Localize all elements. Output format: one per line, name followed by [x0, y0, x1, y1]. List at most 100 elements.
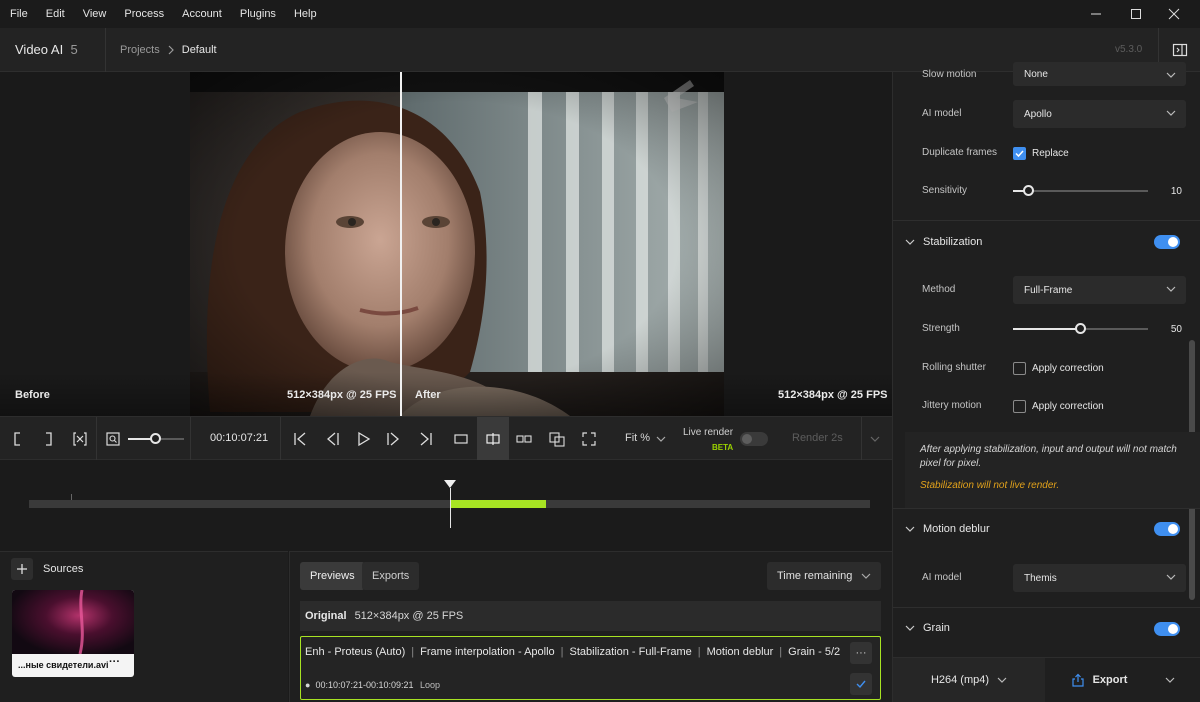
chevron-down-icon[interactable] [870, 435, 880, 443]
app-name: Video AI [15, 42, 64, 57]
menu-view[interactable]: View [74, 0, 116, 28]
go-to-start-button[interactable] [288, 417, 312, 461]
rolling-shutter-checkbox[interactable] [1013, 362, 1026, 375]
checkmark-icon [1015, 150, 1024, 158]
chevron-down-icon [905, 526, 915, 532]
grain-title: Grain [923, 622, 950, 634]
video-viewer[interactable] [0, 72, 892, 416]
close-icon [1168, 8, 1180, 20]
side-by-side-button[interactable] [512, 417, 536, 461]
source-file-name: ...ные свидетели.avi [18, 660, 109, 670]
sensitivity-slider-knob[interactable] [1023, 185, 1034, 196]
breadcrumb-projects[interactable]: Projects [120, 44, 160, 56]
loop-label[interactable]: Loop [420, 680, 440, 690]
chevron-down-icon [905, 625, 915, 631]
app-title: Video AI 5 [15, 42, 78, 57]
source-thumbnail [12, 590, 134, 654]
set-out-point-button[interactable] [38, 417, 60, 461]
sort-dropdown[interactable]: Time remaining [767, 562, 881, 590]
go-to-end-button[interactable] [414, 417, 438, 461]
stabilization-header[interactable]: Stabilization [905, 236, 982, 248]
single-view-button[interactable] [449, 417, 473, 461]
compare-icon [549, 432, 565, 447]
menu-bar: File Edit View Process Account Plugins H… [0, 0, 1200, 28]
replace-label[interactable]: Replace [1032, 148, 1069, 159]
original-label: Original [305, 610, 347, 622]
menu-process[interactable]: Process [115, 0, 173, 28]
original-row[interactable]: Original 512×384px @ 25 FPS [300, 601, 881, 631]
preview-range[interactable] [451, 500, 546, 508]
slow-motion-select[interactable]: None [1013, 62, 1186, 86]
split-view-button[interactable] [477, 417, 509, 461]
menu-plugins[interactable]: Plugins [231, 0, 285, 28]
deblur-model-select[interactable]: Themis [1013, 564, 1186, 592]
timecode-display[interactable]: 00:10:07:21 [210, 432, 268, 444]
zoom-timeline-button[interactable] [102, 417, 124, 461]
tab-previews[interactable]: Previews [300, 562, 365, 590]
preview-more-button[interactable]: ··· [850, 642, 872, 664]
chevron-down-icon [997, 677, 1007, 683]
ai-model-select[interactable]: Apollo [1013, 100, 1186, 128]
compare-toggle-button[interactable] [545, 417, 569, 461]
close-window-button[interactable] [1154, 0, 1194, 28]
preview-item[interactable]: Enh - Proteus (Auto) | Frame interpolati… [300, 636, 881, 700]
rolling-shutter-option[interactable]: Apply correction [1032, 363, 1104, 374]
export-button[interactable]: Export [1046, 658, 1200, 702]
compare-split-handle[interactable] [400, 72, 402, 416]
zoom-slider-knob[interactable] [150, 433, 161, 444]
export-format-select[interactable]: H264 (mp4) [893, 658, 1045, 702]
clear-range-button[interactable] [68, 417, 92, 461]
play-button[interactable] [351, 417, 375, 461]
chevron-down-icon [1165, 677, 1175, 683]
live-render-toggle[interactable] [740, 432, 768, 446]
strength-value: 50 [1170, 324, 1182, 335]
add-source-button[interactable] [11, 558, 33, 580]
breadcrumb-current: Default [181, 44, 217, 56]
chevron-right-icon [168, 45, 174, 55]
set-in-point-button[interactable] [6, 417, 28, 461]
zoom-fit-dropdown[interactable]: Fit % [625, 432, 650, 444]
separator: | [411, 646, 415, 658]
jittery-motion-option[interactable]: Apply correction [1032, 401, 1104, 412]
export-format: H264 (mp4) [930, 674, 990, 686]
motion-deblur-header[interactable]: Motion deblur [905, 523, 990, 535]
preview-check-button[interactable] [850, 673, 872, 695]
tab-exports[interactable]: Exports [362, 562, 420, 590]
maximize-button[interactable] [1116, 0, 1156, 28]
step-forward-icon [387, 432, 399, 446]
step-grain: Grain - 5/2 [788, 646, 841, 658]
grain-header[interactable]: Grain [905, 622, 950, 634]
menu-file[interactable]: File [0, 0, 37, 28]
duplicate-frames-label: Duplicate frames [922, 147, 998, 158]
minimize-icon [1091, 13, 1101, 15]
replace-checkbox[interactable] [1013, 147, 1026, 160]
step-stabilization: Stabilization - Full-Frame [569, 646, 692, 658]
step-motion-deblur: Motion deblur [706, 646, 774, 658]
source-more-button[interactable]: ··· [109, 656, 120, 668]
method-select[interactable]: Full-Frame [1013, 276, 1186, 304]
next-frame-button[interactable] [382, 417, 406, 461]
jittery-motion-checkbox[interactable] [1013, 400, 1026, 413]
skip-end-icon [420, 432, 432, 446]
playhead-icon[interactable] [444, 480, 456, 490]
source-card[interactable]: ...ные свидетели.avi ··· [12, 590, 134, 677]
fullscreen-button[interactable] [577, 417, 601, 461]
minimize-button[interactable] [1076, 0, 1116, 28]
menu-edit[interactable]: Edit [37, 0, 74, 28]
stabilization-toggle[interactable] [1154, 235, 1180, 249]
separator: | [697, 646, 701, 658]
strength-slider-knob[interactable] [1075, 323, 1086, 334]
render-preview-button[interactable]: Render 2s [792, 432, 843, 444]
previous-frame-button[interactable] [320, 417, 344, 461]
maximize-icon [1131, 9, 1141, 19]
menu-account[interactable]: Account [173, 0, 231, 28]
motion-deblur-toggle[interactable] [1154, 522, 1180, 536]
plus-icon [17, 564, 27, 574]
menu-help[interactable]: Help [285, 0, 326, 28]
grain-toggle[interactable] [1154, 622, 1180, 636]
chevron-down-icon [905, 239, 915, 245]
step-enhancement: Enh - Proteus (Auto) [305, 646, 406, 658]
playhead-line[interactable] [450, 488, 451, 528]
deblur-model-label: AI model [922, 572, 962, 583]
divider [893, 607, 1200, 608]
